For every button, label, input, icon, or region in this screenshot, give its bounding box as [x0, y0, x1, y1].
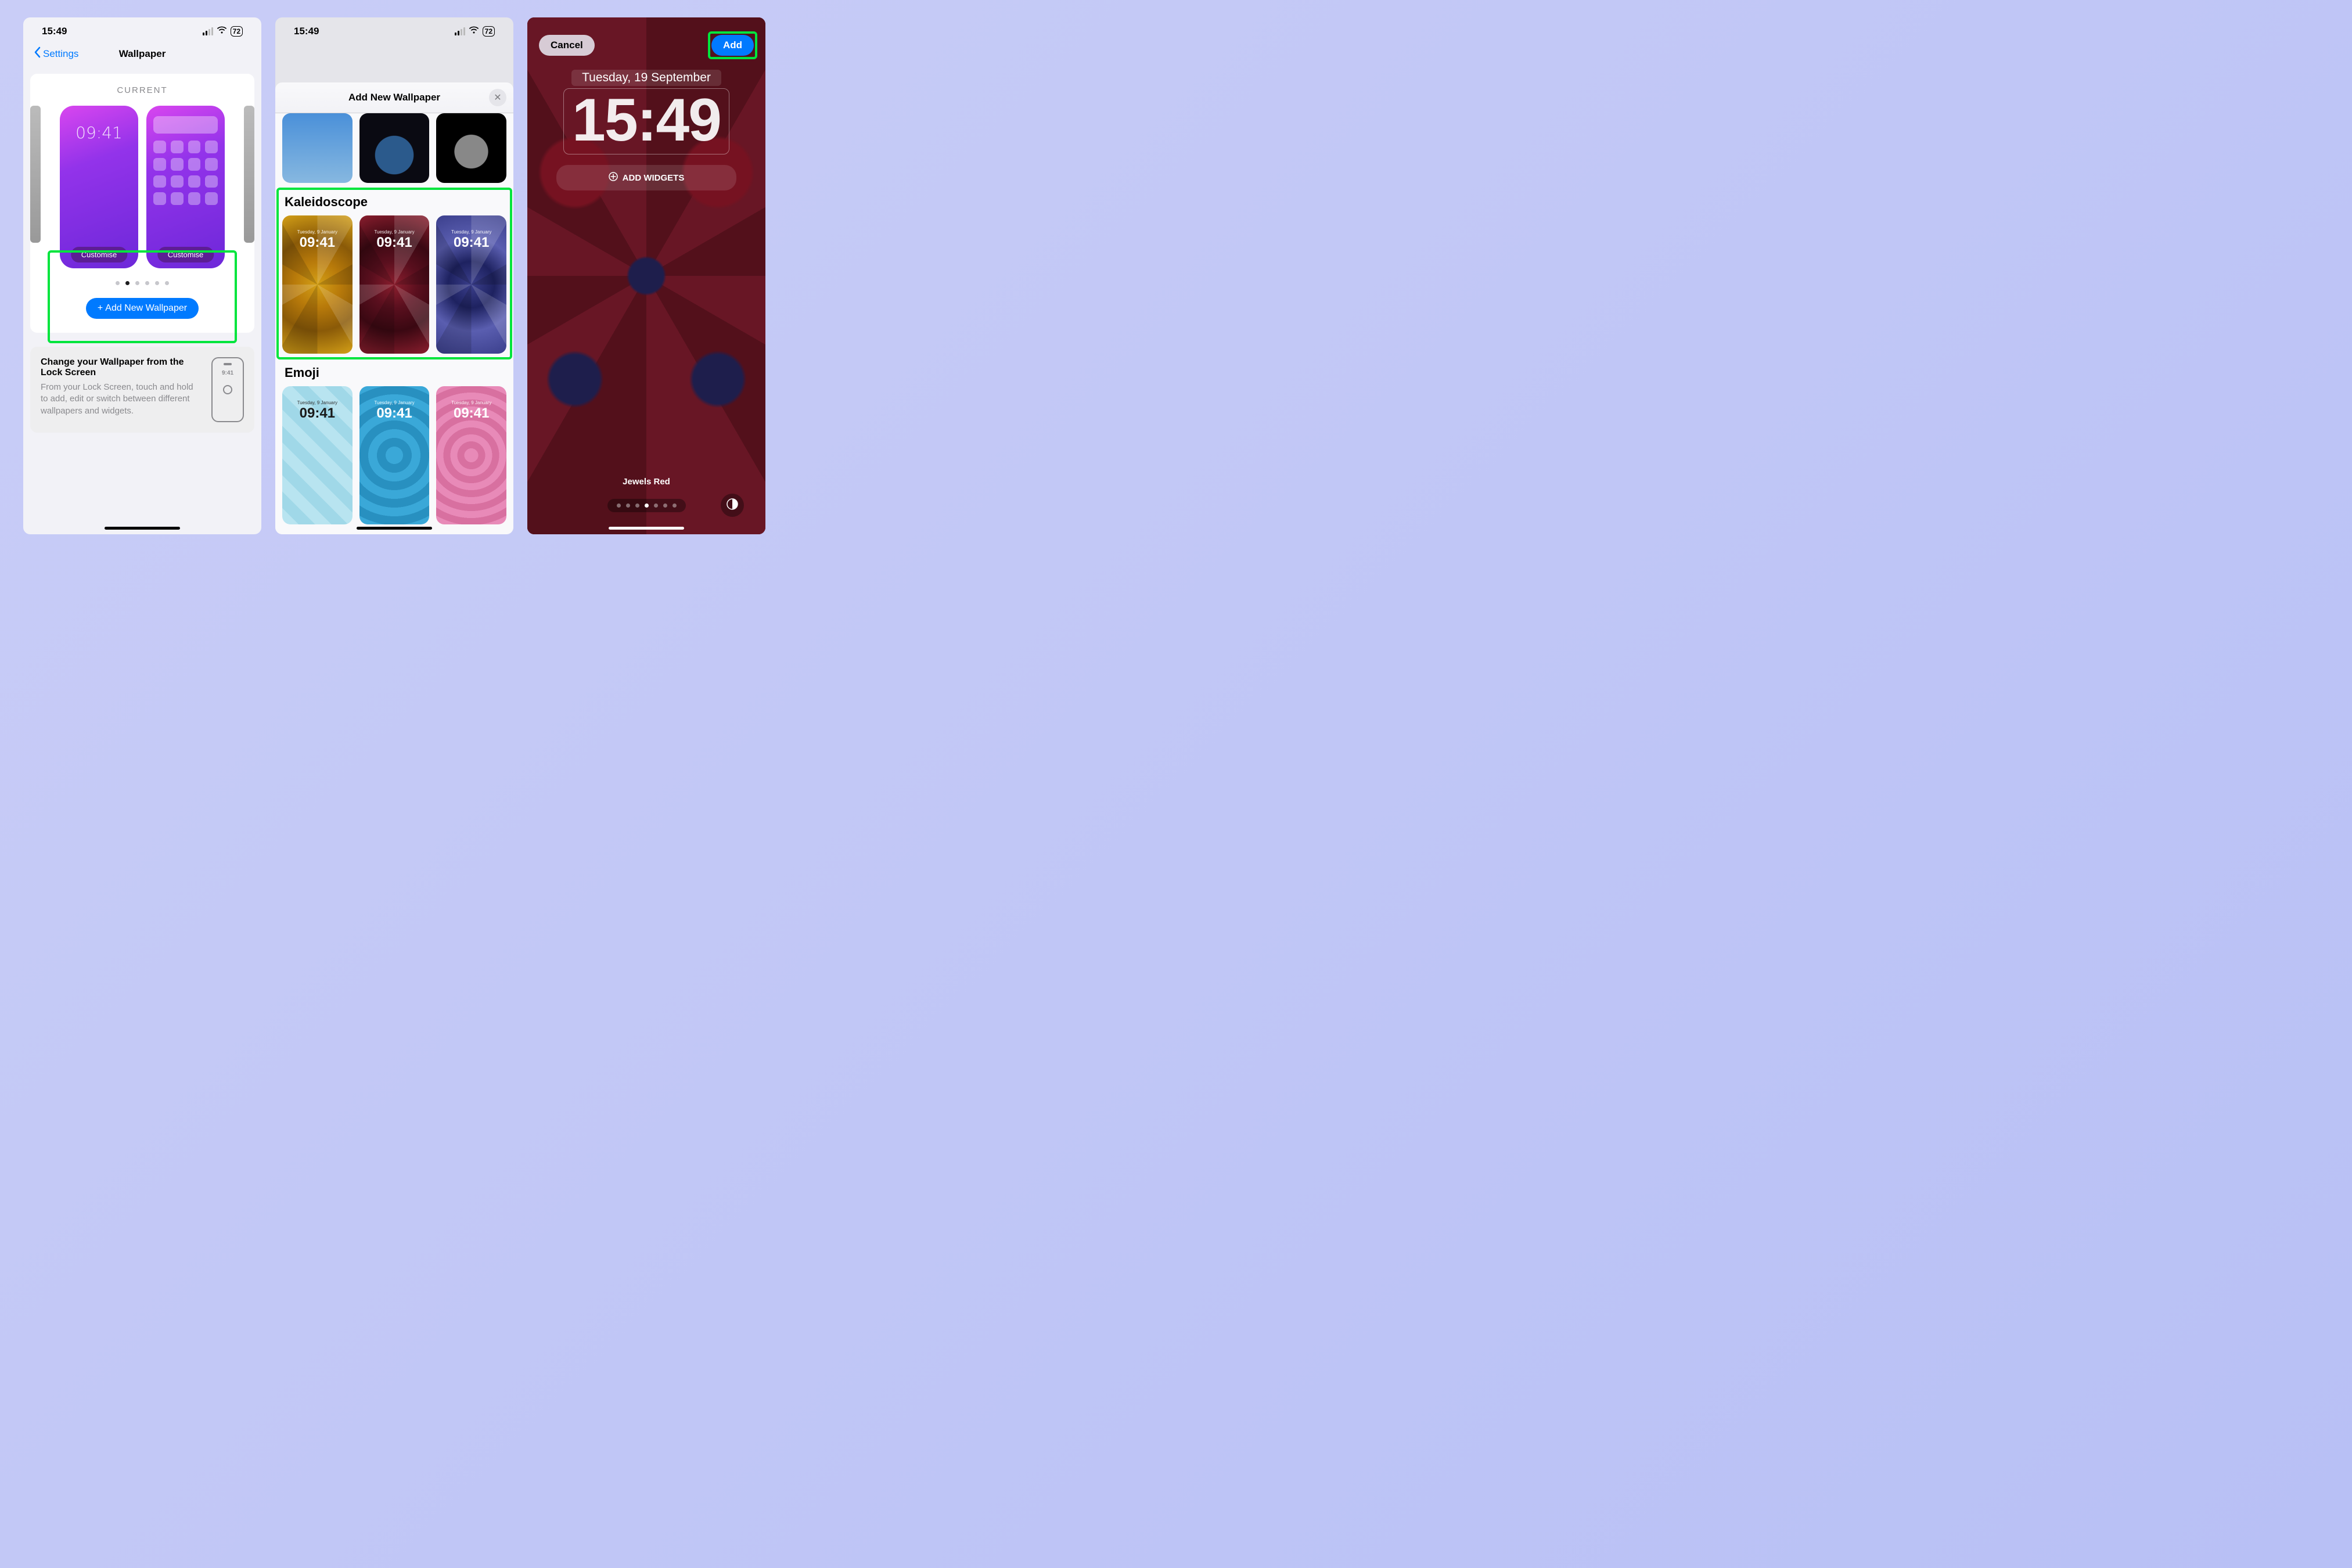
- lock-date[interactable]: Tuesday, 19 September: [571, 70, 721, 86]
- status-bar: 15:49 72: [23, 17, 261, 41]
- preview-time: 09:41: [66, 123, 132, 142]
- wallpaper-thumb-emoji-flower[interactable]: Tuesday, 9 January 09:41: [436, 386, 506, 524]
- home-indicator[interactable]: [357, 527, 432, 530]
- add-widgets-button[interactable]: ADD WIDGETS: [556, 165, 737, 190]
- wifi-icon: [217, 26, 227, 37]
- add-widgets-label: ADD WIDGETS: [623, 173, 685, 183]
- home-indicator[interactable]: [105, 527, 180, 530]
- wifi-icon: [469, 26, 479, 37]
- plus-icon: +: [98, 303, 103, 314]
- status-bar: 15:49 72: [275, 17, 513, 41]
- variant-pager[interactable]: [607, 499, 686, 512]
- preview-peek-right[interactable]: [244, 106, 254, 243]
- battery-icon: 72: [231, 26, 243, 37]
- section-unity: Unity: [275, 529, 513, 534]
- chevron-left-icon: [34, 46, 41, 61]
- wallpaper-row-partial: [275, 113, 513, 188]
- lockscreen-preview[interactable]: 09:41 Customise: [60, 106, 138, 268]
- screen-wallpaper-settings: 15:49 72 Settings Wallpaper CURRENT 09:4…: [23, 17, 261, 534]
- sheet-title: Add New Wallpaper: [348, 92, 440, 103]
- wallpaper-thumb-earth[interactable]: [359, 113, 430, 183]
- wallpaper-thumb-moon[interactable]: [436, 113, 506, 183]
- status-right: 72: [455, 26, 495, 37]
- wallpaper-previews[interactable]: 09:41 Customise Customise: [38, 106, 246, 268]
- add-new-wallpaper-button[interactable]: + Add New Wallpaper: [86, 298, 199, 319]
- bottom-area: Jewels Red: [527, 477, 765, 517]
- status-time: 15:49: [42, 26, 67, 37]
- add-new-label: Add New Wallpaper: [105, 303, 187, 314]
- wallpaper-thumb-emoji-fish[interactable]: Tuesday, 9 January 09:41: [359, 386, 430, 524]
- screen-wallpaper-preview: Cancel Add Tuesday, 19 September 15:49 A…: [527, 17, 765, 534]
- cellular-icon: [455, 27, 465, 35]
- status-right: 72: [203, 26, 243, 37]
- close-icon: ✕: [494, 92, 501, 103]
- close-button[interactable]: ✕: [489, 89, 506, 106]
- preview-peek-left[interactable]: [30, 106, 41, 243]
- wallpaper-thumb-emoji-bee[interactable]: Tuesday, 9 January 09:41: [282, 386, 353, 524]
- lock-time-box[interactable]: 15:49: [563, 88, 729, 154]
- half-circle-icon: [726, 498, 739, 513]
- customise-home-button[interactable]: Customise: [157, 247, 214, 262]
- section-kaleidoscope: Kaleidoscope: [275, 188, 513, 215]
- current-wallpaper-card: CURRENT 09:41 Customise Customise: [30, 74, 254, 333]
- info-card: Change your Wallpaper from the Lock Scre…: [30, 347, 254, 433]
- preview-search-pill: [153, 116, 218, 134]
- info-title: Change your Wallpaper from the Lock Scre…: [41, 357, 202, 378]
- wallpaper-name: Jewels Red: [527, 477, 765, 487]
- lock-content: Tuesday, 19 September 15:49 ADD WIDGETS: [527, 70, 765, 190]
- wallpaper-thumb-kaleidoscope-blue[interactable]: Tuesday, 9 January 09:41: [436, 215, 506, 354]
- appearance-toggle-button[interactable]: [721, 494, 744, 517]
- sheet-header: Add New Wallpaper ✕: [275, 82, 513, 113]
- wallpaper-row-emoji: Tuesday, 9 January 09:41 Tuesday, 9 Janu…: [275, 386, 513, 529]
- top-controls: Cancel Add: [527, 35, 765, 56]
- screen-add-wallpaper: 15:49 72 Add New Wallpaper ✕ Kaleidoscop…: [275, 17, 513, 534]
- home-indicator[interactable]: [609, 527, 684, 530]
- nav-bar: Settings Wallpaper: [23, 41, 261, 67]
- cancel-button[interactable]: Cancel: [539, 35, 595, 56]
- cellular-icon: [203, 27, 213, 35]
- wallpaper-thumb-sky[interactable]: [282, 113, 353, 183]
- lock-time: 15:49: [572, 90, 721, 150]
- wallpaper-thumb-kaleidoscope-gold[interactable]: Tuesday, 9 January 09:41: [282, 215, 353, 354]
- plus-circle-icon: [609, 172, 618, 184]
- page-dots[interactable]: [38, 281, 246, 285]
- add-button[interactable]: Add: [711, 35, 754, 56]
- homescreen-preview[interactable]: Customise: [146, 106, 225, 268]
- status-time: 15:49: [294, 26, 319, 37]
- customise-lock-button[interactable]: Customise: [71, 247, 127, 262]
- lockscreen-hint-icon: 9:41: [211, 357, 244, 422]
- current-label: CURRENT: [38, 85, 246, 95]
- battery-icon: 72: [483, 26, 495, 37]
- wallpaper-row-kaleidoscope: Tuesday, 9 January 09:41 Tuesday, 9 Janu…: [275, 215, 513, 358]
- info-body: From your Lock Screen, touch and hold to…: [41, 382, 202, 417]
- sheet-body[interactable]: Kaleidoscope Tuesday, 9 January 09:41 Tu…: [275, 113, 513, 534]
- section-emoji: Emoji: [275, 358, 513, 386]
- back-label: Settings: [43, 48, 78, 60]
- back-button[interactable]: Settings: [34, 46, 78, 61]
- page-title: Wallpaper: [119, 48, 166, 60]
- preview-app-grid: [153, 141, 218, 205]
- wallpaper-thumb-kaleidoscope-red[interactable]: Tuesday, 9 January 09:41: [359, 215, 430, 354]
